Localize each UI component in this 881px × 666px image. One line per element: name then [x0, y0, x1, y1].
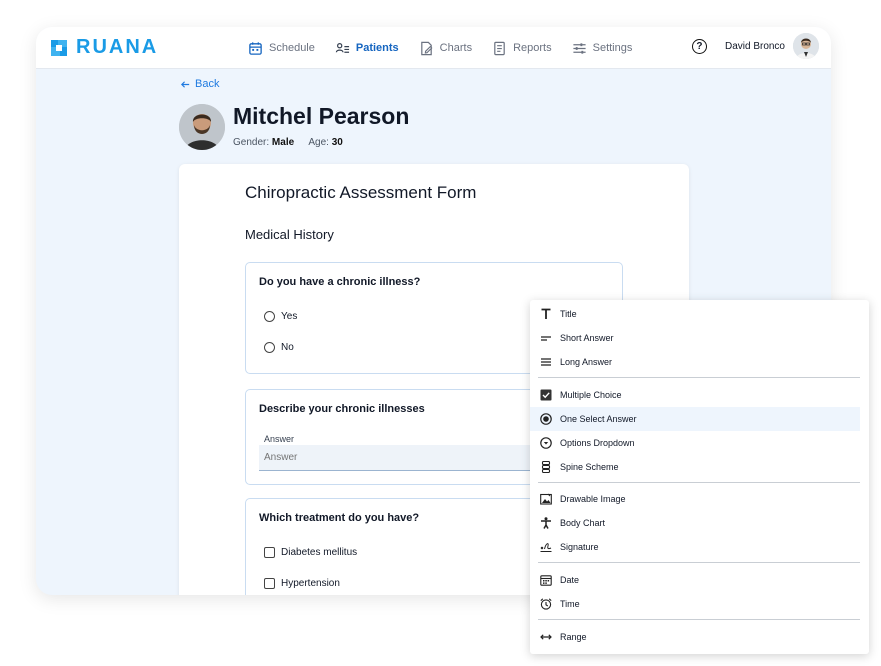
question-title: Do you have a chronic illness? — [259, 276, 421, 288]
option-label: Hypertension — [281, 578, 340, 589]
menu-item-body-chart[interactable]: Body Chart — [530, 511, 869, 535]
user-photo-icon — [793, 33, 819, 59]
long-answer-icon — [540, 356, 552, 368]
option-label: Yes — [281, 311, 298, 322]
menu-divider — [538, 377, 860, 378]
nav-patients[interactable]: Patients — [335, 41, 399, 56]
option-yes[interactable]: Yes — [264, 311, 297, 322]
report-icon — [494, 41, 505, 55]
nav-schedule[interactable]: Schedule — [248, 41, 315, 56]
nav-patients-label: Patients — [355, 42, 399, 54]
spine-icon — [540, 461, 552, 473]
menu-item-options-dropdown[interactable]: Options Dropdown — [530, 431, 869, 455]
radio-unchecked-icon[interactable] — [264, 311, 275, 322]
menu-item-date[interactable]: Date — [530, 568, 869, 592]
body-icon — [540, 517, 552, 529]
back-label: Back — [195, 78, 220, 90]
patients-list-icon — [335, 42, 349, 53]
menu-item-label: Title — [560, 309, 577, 319]
menu-item-label: Time — [560, 599, 580, 609]
menu-item-signature[interactable]: Signature — [530, 535, 869, 559]
checkbox-unchecked-icon[interactable] — [264, 578, 275, 589]
gender-value: Male — [271, 137, 295, 148]
nav-settings-label: Settings — [592, 42, 633, 54]
question-title: Describe your chronic illnesses — [259, 403, 425, 415]
option-label: No — [281, 342, 294, 353]
menu-item-label: Options Dropdown — [560, 438, 635, 448]
alarm-clock-icon — [540, 598, 552, 610]
menu-item-label: Body Chart — [560, 518, 606, 528]
image-icon — [540, 493, 552, 505]
option-diabetes[interactable]: Diabetes mellitus — [264, 547, 357, 558]
help-icon[interactable]: ? — [691, 38, 707, 54]
menu-item-label: Signature — [560, 542, 599, 552]
sliders-icon — [573, 42, 586, 54]
checkbox-unchecked-icon[interactable] — [264, 547, 275, 558]
radio-unchecked-icon[interactable] — [264, 342, 275, 353]
nav-schedule-label: Schedule — [269, 42, 315, 54]
nav-charts[interactable]: Charts — [419, 41, 472, 56]
nav-reports[interactable]: Reports — [492, 41, 552, 56]
range-arrows-icon — [540, 631, 552, 643]
menu-item-long-answer[interactable]: Long Answer — [530, 350, 869, 374]
checkbox-checked-icon — [540, 389, 552, 401]
menu-item-label: One Select Answer — [560, 414, 637, 424]
chart-edit-icon — [420, 41, 433, 55]
short-answer-icon — [540, 332, 552, 344]
menu-item-multiple-choice[interactable]: Multiple Choice — [530, 383, 869, 407]
top-navbar: RUANA Schedule Patients Charts Reports S… — [36, 27, 831, 69]
menu-item-label: Short Answer — [560, 333, 614, 343]
option-hypertension[interactable]: Hypertension — [264, 578, 340, 589]
patient-photo-icon — [179, 104, 225, 150]
form-title: Chiropractic Assessment Form — [245, 183, 477, 202]
menu-item-range[interactable]: Range — [530, 625, 869, 649]
patient-meta: Gender: Male Age: 30 — [233, 137, 355, 148]
menu-item-drawable-image[interactable]: Drawable Image — [530, 487, 869, 511]
menu-divider — [538, 619, 860, 620]
menu-divider — [538, 482, 860, 483]
age-value: 30 — [331, 137, 343, 148]
user-avatar[interactable] — [793, 33, 819, 59]
menu-item-spine-scheme[interactable]: Spine Scheme — [530, 455, 869, 479]
question-title: Which treatment do you have? — [259, 512, 420, 524]
calendar-icon — [249, 41, 262, 55]
calendar-icon — [540, 574, 552, 586]
dropdown-circle-icon — [540, 437, 552, 449]
menu-item-label: Date — [560, 575, 580, 585]
radio-selected-icon — [540, 413, 552, 425]
menu-item-one-select-answer[interactable]: One Select Answer — [530, 407, 860, 431]
age-label: Age: — [308, 137, 329, 148]
menu-divider — [538, 562, 860, 563]
title-text-icon — [540, 308, 552, 320]
menu-item-title[interactable]: Title — [530, 302, 869, 326]
option-label: Diabetes mellitus — [281, 547, 358, 558]
menu-item-label: Range — [560, 632, 587, 642]
field-type-menu: Title Short Answer Long Answer Multiple … — [530, 300, 869, 654]
patient-avatar — [179, 104, 225, 150]
main-nav: Schedule Patients Charts Reports Setting… — [248, 27, 632, 69]
menu-item-label: Long Answer — [560, 357, 613, 367]
arrow-left-icon — [180, 80, 190, 88]
patient-name: Mitchel Pearson — [233, 103, 410, 129]
nav-charts-label: Charts — [439, 42, 473, 54]
ruana-logo-icon — [51, 39, 67, 56]
menu-item-label: Drawable Image — [560, 494, 626, 504]
user-name: David Bronco — [724, 40, 785, 52]
menu-item-time[interactable]: Time — [530, 592, 869, 616]
brand-name: RUANA — [76, 36, 159, 58]
menu-item-label: Multiple Choice — [560, 390, 622, 400]
brand-logo[interactable]: RUANA — [48, 36, 158, 59]
user-menu[interactable]: ? David Bronco — [691, 33, 819, 59]
nav-settings[interactable]: Settings — [572, 41, 633, 56]
option-no[interactable]: No — [264, 342, 294, 353]
menu-item-short-answer[interactable]: Short Answer — [530, 326, 869, 350]
gender-label: Gender: — [233, 137, 270, 148]
back-link[interactable]: Back — [180, 78, 219, 90]
answer-label: Answer — [264, 434, 295, 444]
menu-item-label: Spine Scheme — [560, 462, 619, 472]
section-title: Medical History — [245, 227, 334, 242]
signature-icon — [540, 541, 552, 553]
nav-reports-label: Reports — [513, 42, 552, 54]
